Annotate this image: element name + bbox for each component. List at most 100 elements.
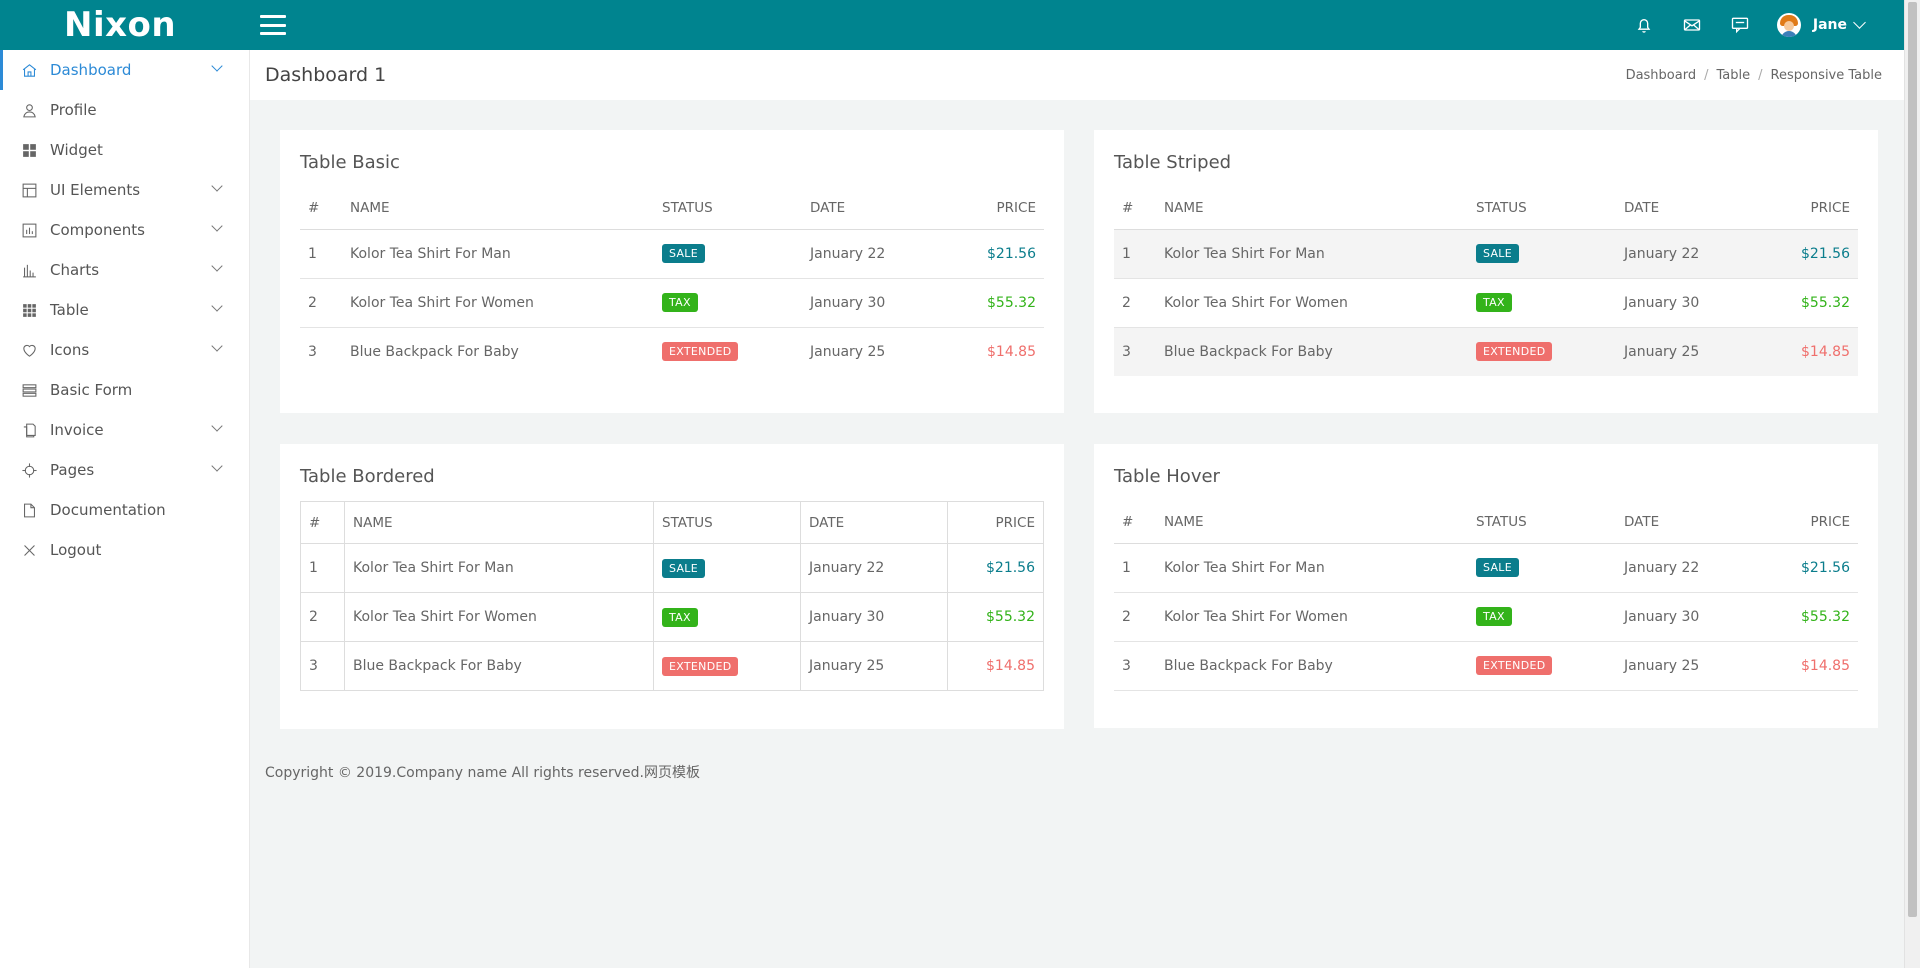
sidebar-item-documentation[interactable]: Documentation [0,490,249,530]
card-table-bordered: Table Bordered # NAME STATUS DATE PRICE … [280,444,1064,729]
chevron-down-icon [211,460,223,472]
cell-date: January 30 [800,592,948,642]
mail-icon[interactable] [1681,14,1703,36]
cell-name: Kolor Tea Shirt For Man [1156,229,1468,279]
table-hover: # NAME STATUS DATE PRICE 1 Kolor Tea Shi… [1114,501,1858,691]
column-header-date: DATE [1616,187,1764,230]
user-icon [20,101,38,119]
chevron-down-icon [211,60,223,72]
status-badge: EXTENDED [662,342,739,362]
form-icon [20,381,38,399]
layout-icon [20,181,38,199]
table-row[interactable]: 2 Kolor Tea Shirt For Women TAX January … [1114,592,1858,642]
menu-icon[interactable] [260,15,286,35]
sidebar-item-charts[interactable]: Charts [0,250,249,290]
bell-icon[interactable] [1633,14,1655,36]
sidebar-item-dashboard[interactable]: Dashboard [0,50,249,90]
sidebar-item-label: Widget [50,141,103,159]
card-title: Table Striped [1114,152,1232,173]
sidebar-item-icons[interactable]: Icons [0,330,249,370]
table-row: 1 Kolor Tea Shirt For Man SALE January 2… [300,543,1044,593]
table-striped: # NAME STATUS DATE PRICE 1 Kolor Tea Shi… [1114,187,1858,376]
cell-date: January 30 [1616,592,1764,642]
sidebar-item-label: Invoice [50,421,104,439]
cell-name: Blue Backpack For Baby [344,641,654,691]
cell-status: TAX [1468,278,1616,328]
chevron-down-icon [211,340,223,352]
components-icon [20,221,38,239]
table-row[interactable]: 1 Kolor Tea Shirt For Man SALE January 2… [1114,543,1858,593]
sidebar: Dashboard Profile Widget UI Elements Com… [0,50,250,968]
cell-date: January 25 [810,343,886,360]
chevron-down-icon [211,300,223,312]
column-header-number: # [1114,501,1156,544]
crosshair-icon [20,461,38,479]
cell-name: Kolor Tea Shirt For Women [342,278,654,328]
table-row: 2 Kolor Tea Shirt For Women TAX January … [300,592,1044,642]
cell-date: January 25 [1616,327,1764,376]
user-menu[interactable]: Jane [1776,13,1866,37]
chevron-down-icon [211,220,223,232]
status-badge: TAX [1476,293,1512,312]
status-badge: TAX [662,607,698,627]
breadcrumb-dashboard[interactable]: Dashboard [1626,68,1697,83]
table-basic: # NAME STATUS DATE PRICE 1 Kolor Tea Shi… [300,187,1044,376]
sidebar-item-ui-elements[interactable]: UI Elements [0,170,249,210]
cell-number: 3 [1114,327,1156,376]
cell-date: January 22 [800,543,948,593]
table-row: 1 Kolor Tea Shirt For Man SALE January 2… [300,229,1044,279]
status-badge: SALE [662,558,705,578]
sidebar-item-basic-form[interactable]: Basic Form [0,370,249,410]
sidebar-item-label: Dashboard [50,61,132,79]
column-header-price: PRICE [947,501,1044,544]
breadcrumb-separator: / [1758,67,1763,83]
sidebar-item-widget[interactable]: Widget [0,130,249,170]
page-title: Dashboard 1 [265,64,387,86]
sidebar-item-label: Icons [50,341,90,359]
cell-price: $55.32 [1764,278,1858,328]
sidebar-item-logout[interactable]: Logout [0,530,249,570]
sidebar-item-label: Table [50,301,89,319]
sidebar-item-components[interactable]: Components [0,210,249,250]
cell-date: January 25 [800,641,948,691]
sidebar-item-label: Documentation [50,501,166,519]
sidebar-item-table[interactable]: Table [0,290,249,330]
sidebar-item-invoice[interactable]: Invoice [0,410,249,450]
table-row[interactable]: 3 Blue Backpack For Baby EXTENDED Januar… [1114,641,1858,691]
column-header-date: DATE [802,187,950,230]
cell-date: January 22 [1616,543,1764,593]
card-title: Table Bordered [300,466,435,487]
table-row: 3 Blue Backpack For Baby EXTENDED Januar… [1114,327,1858,376]
card-table-striped: Table Striped # NAME STATUS DATE PRICE 1… [1094,130,1878,413]
page-scrollbar[interactable] [1904,0,1920,968]
cell-price: $14.85 [947,641,1044,691]
cell-name: Blue Backpack For Baby [350,343,519,360]
column-header-number: # [300,187,342,230]
card-table-basic: Table Basic # NAME STATUS DATE PRICE 1 K… [280,130,1064,413]
brand-logo[interactable]: Nixon [0,0,250,50]
sidebar-item-label: Pages [50,461,95,479]
table-row: 1 Kolor Tea Shirt For Man SALE January 2… [1114,229,1858,279]
page-header: Dashboard 1 Dashboard / Table / Responsi… [250,50,1904,100]
cell-number: 2 [300,592,345,642]
status-badge: SALE [662,244,705,263]
chevron-down-icon [211,260,223,272]
cell-date: January 22 [1616,229,1764,279]
table-row: 3 Blue Backpack For Baby EXTENDED Januar… [300,327,1044,376]
cell-name: Kolor Tea Shirt For Man [342,229,654,279]
cell-number: 1 [1114,543,1156,593]
cell-number: 1 [300,543,345,593]
heart-icon [20,341,38,359]
sidebar-item-profile[interactable]: Profile [0,90,249,130]
sidebar-item-pages[interactable]: Pages [0,450,249,490]
cell-date: January 22 [802,229,950,279]
grid-icon [20,141,38,159]
cell-status: EXTENDED [653,641,801,691]
invoice-icon [20,421,38,439]
table-row: 2 Kolor Tea Shirt For Women TAX January … [1114,278,1858,328]
cell-status: SALE [654,229,802,279]
breadcrumb-table[interactable]: Table [1716,68,1750,83]
scrollbar-thumb[interactable] [1908,2,1917,917]
chat-icon[interactable] [1729,14,1751,36]
cell-price: $55.32 [1764,592,1858,642]
